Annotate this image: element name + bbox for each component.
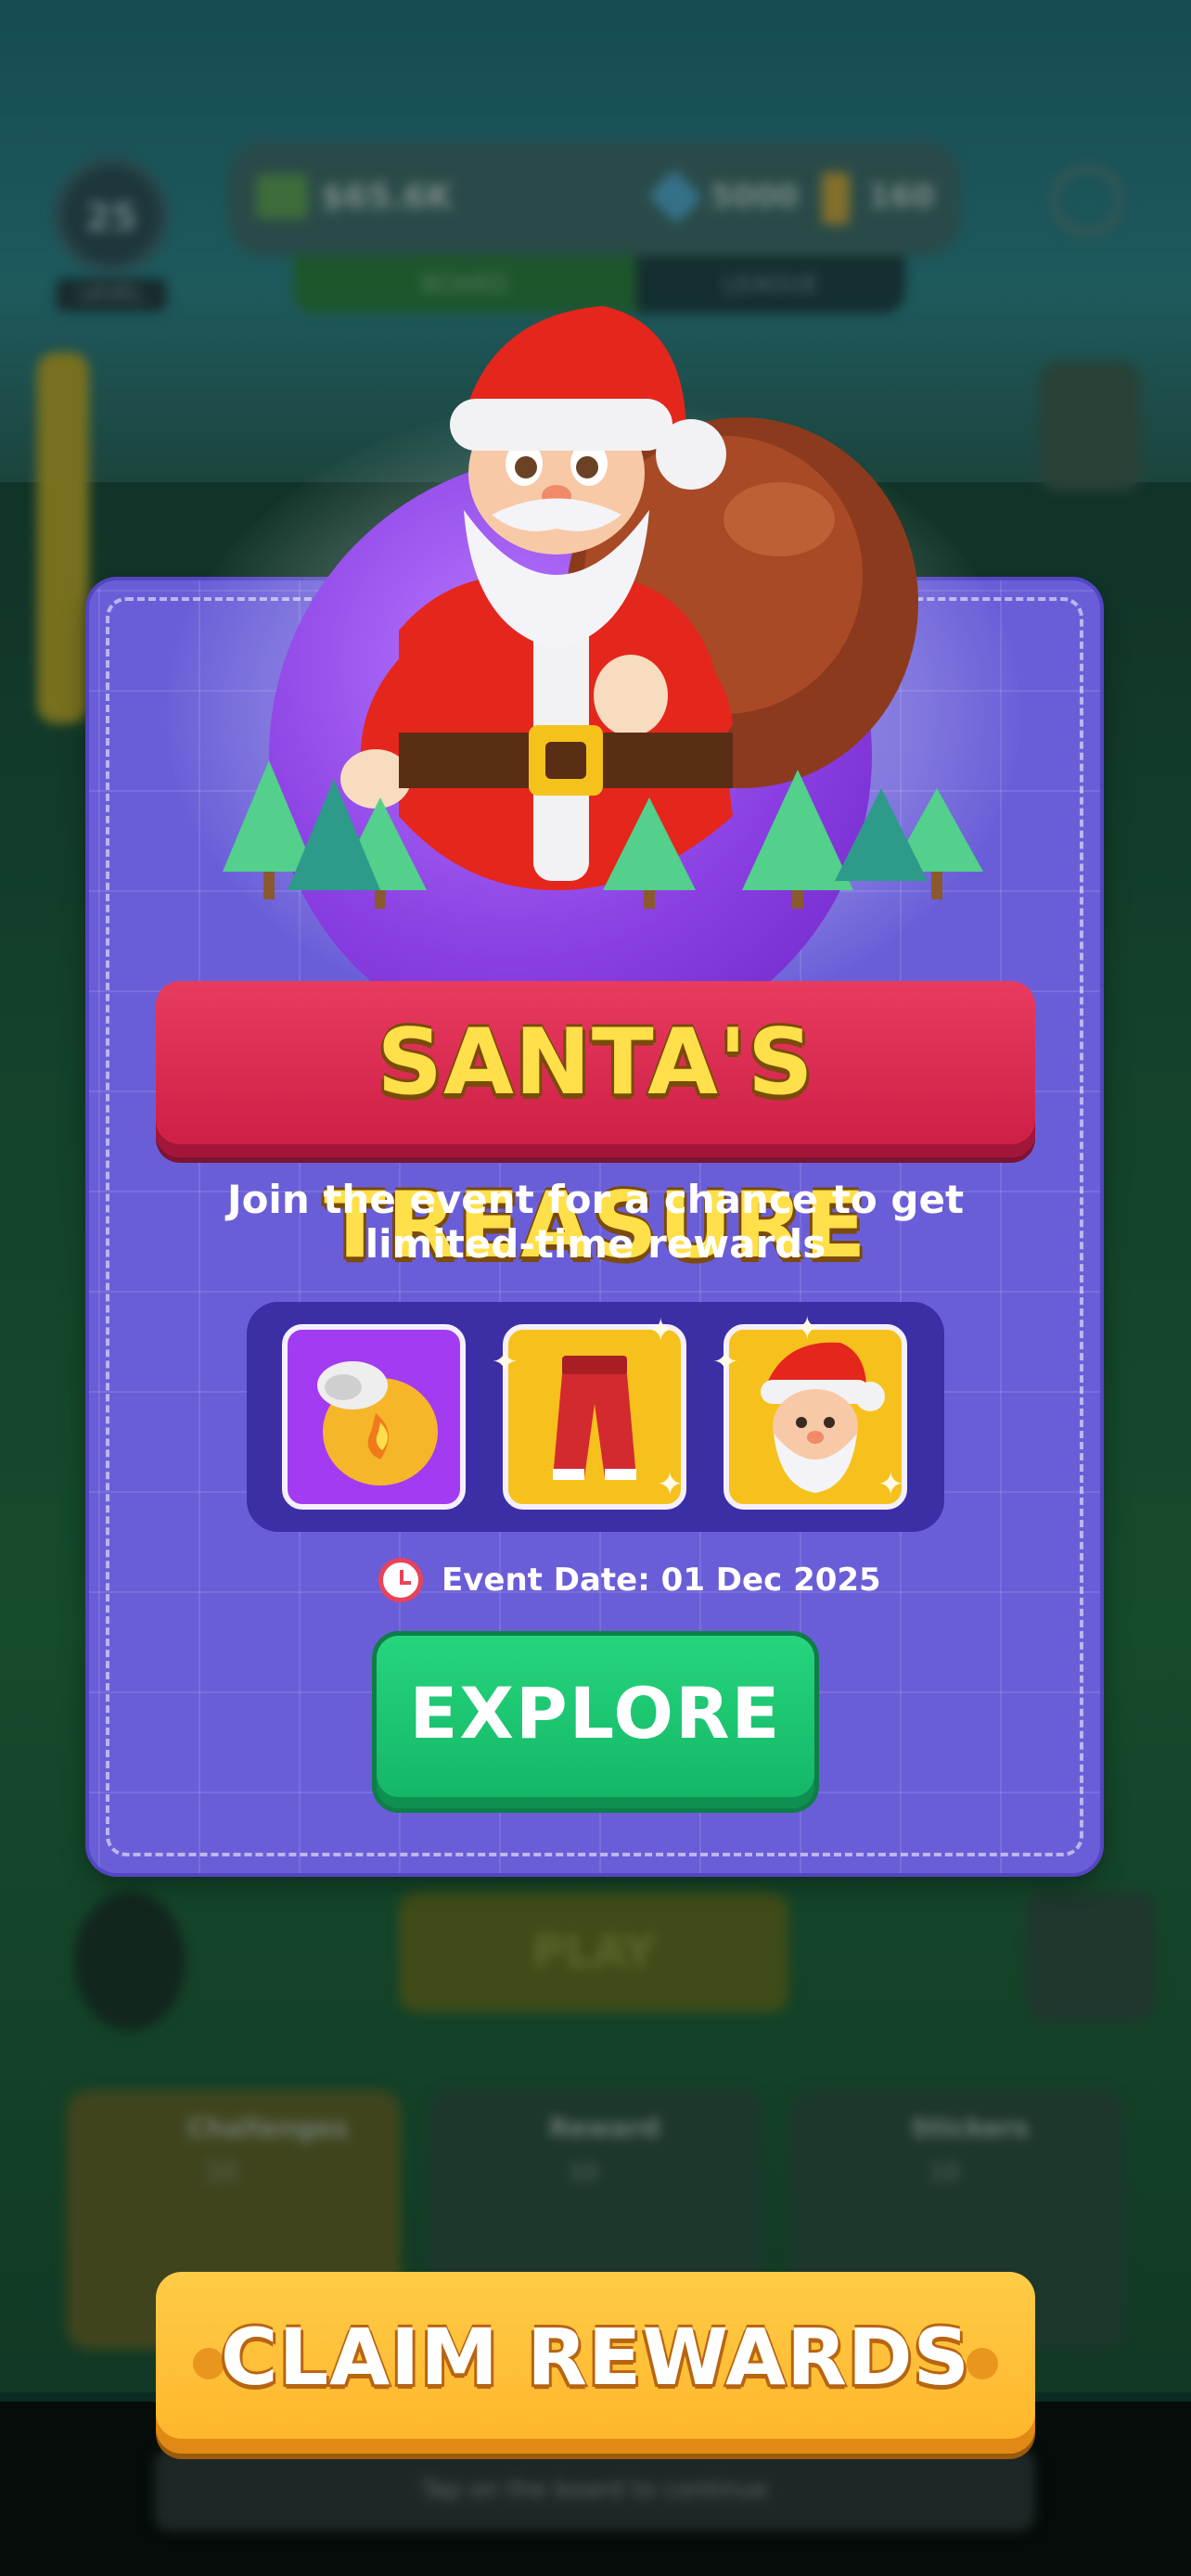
clock-icon: [378, 1558, 423, 1602]
sparkle-icon: ✦: [647, 1312, 674, 1349]
reward-preview-panel: ✦ ✦ ✦ ✦ ✦ ✦: [247, 1302, 944, 1532]
claim-rewards-label: CLAIM REWARDS: [220, 2312, 971, 2403]
reward-slot-santa-head[interactable]: ✦ ✦ ✦: [712, 1313, 907, 1510]
sparkle-icon: ✦: [657, 1466, 684, 1503]
event-subtitle-line-1: Join the event for a chance to get: [226, 1177, 965, 1222]
red-pants-icon: [553, 1356, 636, 1480]
event-date-text: Event Date: 01 Dec 2025: [442, 1562, 881, 1599]
claim-rewards-button[interactable]: CLAIM REWARDS: [156, 2272, 1035, 2454]
sparkle-icon: ✦: [492, 1344, 519, 1381]
event-title-banner: SANTA'S TREASURE: [156, 981, 1035, 1279]
event-subtitle: Join the event for a chance to get limit…: [186, 1178, 1005, 1267]
sparkle-icon: ✦: [712, 1344, 739, 1381]
santa-icon: [223, 306, 983, 909]
reward-slot-red-pants[interactable]: ✦ ✦ ✦: [492, 1315, 686, 1510]
sparkle-icon: ✦: [877, 1466, 904, 1503]
santa-hero-illustration: [167, 297, 1020, 1057]
event-title: SANTA'S TREASURE: [324, 1010, 867, 1279]
explore-button[interactable]: EXPLORE: [377, 1636, 814, 1808]
sparkle-icon: ✦: [794, 1310, 821, 1347]
event-subtitle-line-2: limited-time rewards: [365, 1221, 826, 1267]
santa-head-icon: [761, 1342, 885, 1493]
boxing-glove-icon: [317, 1361, 438, 1486]
reward-slot-boxing-glove[interactable]: [282, 1324, 466, 1510]
event-date-row: Event Date: 01 Dec 2025: [378, 1558, 881, 1606]
